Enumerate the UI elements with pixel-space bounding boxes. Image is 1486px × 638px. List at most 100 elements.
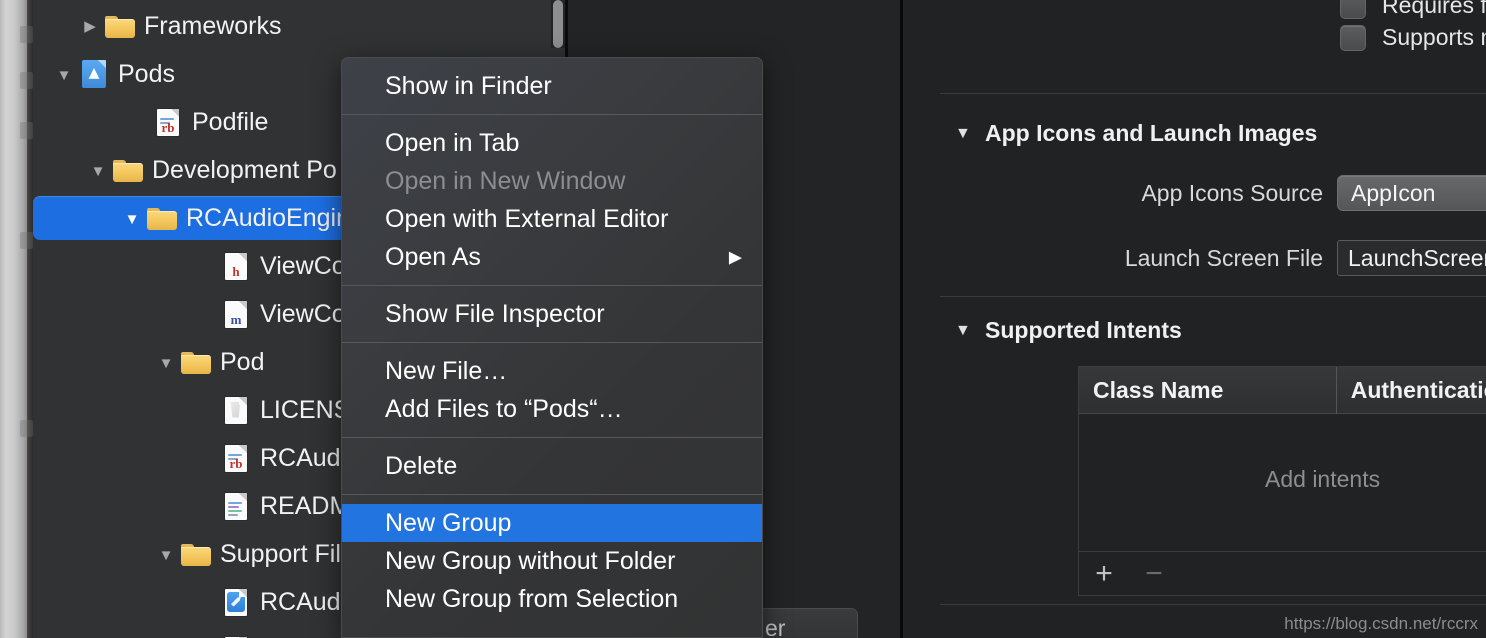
row-icon	[179, 542, 213, 566]
file-inspector-panel[interactable]: Requires f Supports n ▼ App Icons and La…	[903, 0, 1486, 638]
section-title: App Icons and Launch Images	[985, 120, 1318, 146]
menu-item-open-as[interactable]: Open As ▶	[342, 238, 762, 276]
readme-file-icon	[225, 492, 247, 520]
folder-icon	[181, 350, 211, 374]
label-launch-screen-file: Launch Screen File	[1124, 245, 1323, 271]
navigator-vertical-scrollbar[interactable]	[551, 0, 565, 48]
chevron-down-icon[interactable]: ▼	[955, 125, 985, 143]
menu-item-label: New Group from Selection	[385, 584, 679, 613]
chevron-down-icon[interactable]: ▼	[119, 212, 145, 227]
menu-item-delete[interactable]: Delete	[342, 447, 762, 485]
chevron-right-icon[interactable]: ▶	[77, 19, 103, 34]
row-icon	[219, 396, 253, 424]
section-title: Supported Intents	[985, 317, 1182, 343]
checkbox-row-requires-fullscreen[interactable]: Requires f	[1340, 0, 1486, 19]
context-menu-group: New File… Add Files to “Pods“…	[342, 343, 762, 437]
navigator-row-label: Development Po	[152, 155, 337, 184]
chevron-down-icon[interactable]: ▼	[85, 164, 111, 179]
section-divider	[940, 296, 1486, 297]
menu-item-new-file[interactable]: New File…	[342, 352, 762, 390]
menu-item-label: Open As	[385, 242, 481, 271]
chevron-down-icon[interactable]: ▼	[153, 548, 179, 563]
folder-icon	[113, 158, 143, 182]
menu-item-new-group-from-selection[interactable]: New Group from Selection	[342, 580, 762, 618]
menu-item-new-group-without-folder[interactable]: New Group without Folder	[342, 542, 762, 580]
navigator-row-label: RCAudioEngin	[186, 203, 350, 232]
menu-item-label: Show in Finder	[385, 71, 552, 100]
table-footer: + −	[1079, 551, 1486, 595]
navigator-row-label: Pod	[220, 347, 265, 376]
context-menu-group: Show File Inspector	[342, 286, 762, 342]
menu-item-open-in-tab[interactable]: Open in Tab	[342, 124, 762, 162]
context-menu-group: Delete	[342, 438, 762, 494]
app-icons-source-popup[interactable]: AppIcon	[1337, 175, 1486, 211]
menu-item-label: New File…	[385, 356, 508, 385]
launch-screen-file-input[interactable]: LaunchScreen	[1337, 240, 1486, 276]
menu-item-label: Open in Tab	[385, 128, 520, 157]
navigator-row-label: Podfile	[192, 107, 269, 136]
add-intent-button[interactable]: +	[1079, 552, 1129, 596]
ruby-file-icon: rb	[157, 108, 179, 136]
table-empty-placeholder: Add intents	[1265, 466, 1381, 492]
row-icon: ▲	[77, 60, 111, 88]
menu-item-show-in-finder[interactable]: Show in Finder	[342, 67, 762, 105]
menu-item-label: Delete	[385, 451, 458, 480]
header-file-icon: h	[225, 252, 247, 280]
column-header-class-name[interactable]: Class Name	[1079, 367, 1336, 414]
watermark-text: https://blog.csdn.net/rccrx	[1284, 614, 1478, 633]
folder-icon	[181, 542, 211, 566]
row-icon	[179, 350, 213, 374]
checkbox-label: Requires f	[1382, 0, 1486, 18]
column-header-authentication[interactable]: Authentication	[1335, 367, 1486, 414]
folder-icon	[147, 206, 177, 230]
menu-item-label: New Group	[385, 508, 512, 537]
inspector-bottom-rule	[940, 604, 1486, 605]
menu-item-open-with-external-editor[interactable]: Open with External Editor	[342, 200, 762, 238]
context-menu[interactable]: Show in Finder Open in Tab Open in New Win…	[341, 57, 763, 638]
checkbox-icon[interactable]	[1340, 0, 1366, 19]
menu-item-open-in-new-window: Open in New Window	[342, 162, 762, 200]
row-icon	[103, 14, 137, 38]
chevron-right-icon[interactable]: ▶	[729, 249, 742, 266]
navigator-row-label: Pods	[118, 59, 175, 88]
row-icon: rb	[219, 444, 253, 472]
menu-item-label: Open with External Editor	[385, 204, 669, 233]
section-header-app-icons-and-launch-images[interactable]: ▼ App Icons and Launch Images	[955, 120, 1317, 147]
menu-item-label: New Group without Folder	[385, 546, 676, 575]
context-menu-group: Show in Finder	[342, 58, 762, 114]
chevron-down-icon[interactable]: ▼	[955, 322, 985, 340]
row-icon: m	[219, 300, 253, 328]
ruby-file-icon: rb	[225, 444, 247, 472]
menu-item-new-group[interactable]: New Group	[342, 504, 762, 542]
navigator-row-frameworks[interactable]: ▶ Frameworks	[33, 2, 566, 50]
row-icon	[145, 206, 179, 230]
menu-item-add-files-to-pods[interactable]: Add Files to “Pods“…	[342, 390, 762, 428]
objc-file-icon: m	[225, 300, 247, 328]
section-divider	[940, 93, 1486, 94]
menu-item-label: Add Files to “Pods“…	[385, 394, 623, 423]
row-icon	[111, 158, 145, 182]
scrollbar-thumb[interactable]	[553, 0, 563, 48]
row-icon: h	[219, 252, 253, 280]
checkbox-label: Supports n	[1382, 24, 1486, 50]
xcodeproj-icon: ▲	[82, 60, 106, 88]
screenshot-root: ▶ Frameworks ▼ ▲ Pods rb Podfile ▼ Development P…	[0, 0, 1486, 638]
remove-intent-button[interactable]: −	[1129, 552, 1179, 596]
context-menu-group: New Group New Group without Folder New Gro…	[342, 495, 762, 627]
swift-file-icon	[225, 588, 247, 616]
checkbox-row-supports-multiple-windows[interactable]: Supports n	[1340, 24, 1486, 51]
menu-item-label: Open in New Window	[385, 166, 626, 195]
supported-intents-table[interactable]: Class Name Authentication Add intents + …	[1078, 366, 1486, 596]
checkbox-icon[interactable]	[1340, 24, 1366, 51]
menu-item-label: Show File Inspector	[385, 299, 605, 328]
license-file-icon	[225, 396, 247, 424]
section-header-supported-intents[interactable]: ▼ Supported Intents	[955, 317, 1182, 344]
chevron-down-icon[interactable]: ▼	[153, 356, 179, 371]
table-header-row: Class Name Authentication	[1079, 367, 1486, 414]
label-app-icons-source: App Icons Source	[1141, 180, 1323, 206]
menu-item-show-file-inspector[interactable]: Show File Inspector	[342, 295, 762, 333]
row-icon: rb	[151, 108, 185, 136]
navigator-row-label: Support File	[220, 539, 355, 568]
row-icon	[219, 588, 253, 616]
chevron-down-icon[interactable]: ▼	[51, 68, 77, 83]
